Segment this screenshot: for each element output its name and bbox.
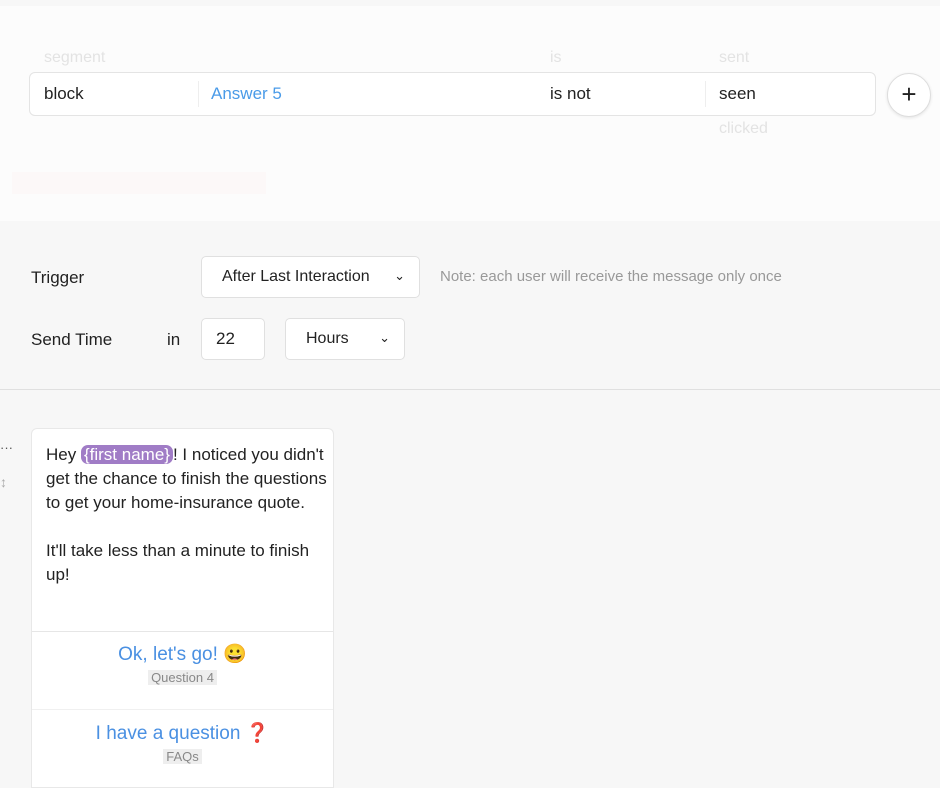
amount-input[interactable]: 22 [201, 318, 265, 360]
drag-handle-icon[interactable]: ↕ [0, 474, 7, 490]
chevron-down-icon: ⌄ [394, 268, 405, 283]
status-option-clicked[interactable]: clicked [719, 120, 768, 138]
message-card: Hey {first name}! I noticed you didn't g… [31, 428, 334, 788]
quick-reply-button[interactable]: I have a question ❓ FAQs [32, 721, 333, 767]
send-time-label: Send Time [31, 330, 113, 349]
divider [32, 631, 333, 632]
button-label: Ok, let's go! 😀 [118, 644, 247, 665]
segment-value[interactable]: Answer 5 [211, 73, 282, 115]
divider [32, 709, 333, 710]
in-label: in [167, 330, 181, 349]
is-header: is [550, 49, 562, 66]
trigger-label: Trigger [31, 268, 85, 287]
button-target: Question 4 [148, 670, 217, 685]
add-filter-button[interactable]: + [887, 73, 931, 117]
operator[interactable]: is not [550, 73, 591, 115]
segment-header: segment [44, 49, 106, 66]
button-label: I have a question ❓ [95, 723, 270, 744]
quick-reply-button[interactable]: Ok, let's go! 😀 Question 4 [32, 642, 333, 688]
more-icon[interactable]: ··· [0, 440, 13, 455]
divider [0, 389, 940, 390]
chevron-down-icon: ⌄ [379, 330, 390, 345]
message-prefix: Hey [46, 445, 81, 464]
message-text[interactable]: Hey {first name}! I noticed you didn't g… [46, 443, 331, 587]
filter-row: block Answer 5 is not seen [29, 72, 876, 116]
unit-value: Hours [306, 330, 349, 347]
button-target: FAQs [163, 749, 202, 764]
message-line2: It'll take less than a minute to finish … [46, 541, 310, 584]
segment-type[interactable]: block [44, 73, 84, 115]
divider [705, 81, 706, 107]
first-name-variable[interactable]: {first name} [80, 445, 173, 464]
trigger-select[interactable]: After Last Interaction ⌄ [201, 256, 420, 298]
trigger-note: Note: each user will receive the message… [440, 268, 782, 285]
trigger-value: After Last Interaction [222, 268, 370, 285]
status[interactable]: seen [719, 73, 756, 115]
placeholder-bar [12, 172, 266, 194]
divider [198, 81, 199, 107]
sent-header: sent [719, 49, 750, 66]
unit-select[interactable]: Hours ⌄ [285, 318, 405, 360]
